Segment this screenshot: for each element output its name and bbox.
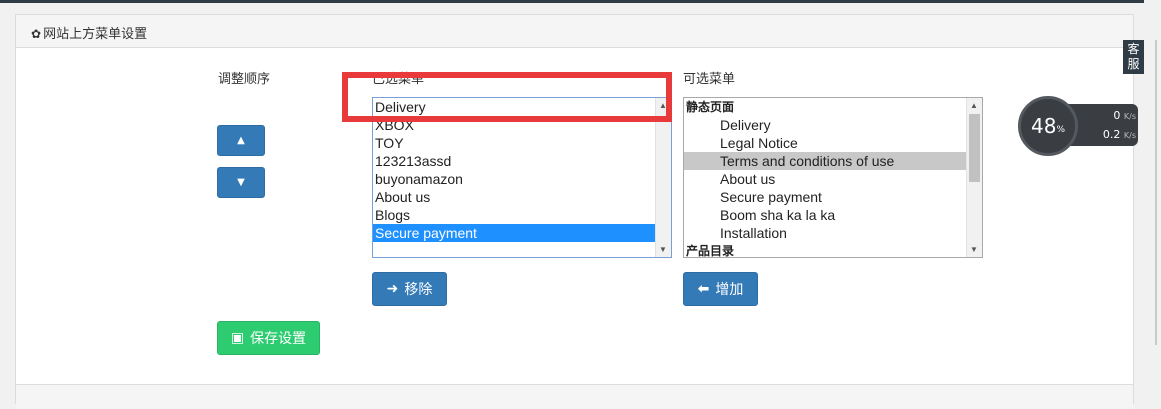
- list-item[interactable]: 123213assd: [373, 152, 671, 170]
- memory-gauge: 48 %: [1018, 96, 1078, 156]
- list-item-highlighted[interactable]: Terms and conditions of use: [684, 152, 966, 170]
- highlight-annotation-box: [342, 72, 672, 122]
- customer-service-tab[interactable]: 客服: [1123, 40, 1144, 74]
- add-button[interactable]: ⬅ 增加: [683, 272, 758, 306]
- save-settings-label: 保存设置: [250, 331, 307, 347]
- right-edge-strip: [1144, 0, 1161, 399]
- scroll-down-icon[interactable]: ▼: [970, 245, 978, 254]
- move-up-button[interactable]: ▲: [217, 125, 265, 156]
- list-item[interactable]: Installation: [684, 224, 982, 242]
- upload-speed: ↑ 0 K/s: [1062, 109, 1136, 122]
- remove-button[interactable]: ➜ 移除: [372, 272, 447, 306]
- remove-button-label: 移除: [404, 282, 433, 298]
- list-group-header: 产品目录: [686, 244, 735, 258]
- scrollbar-thumb[interactable]: [969, 114, 980, 182]
- list-item[interactable]: Boom sha ka la ka: [684, 206, 982, 224]
- add-button-label: 增加: [715, 282, 744, 298]
- available-menu-listbox[interactable]: 静态页面 Delivery Legal Notice Terms and con…: [683, 97, 983, 258]
- arrow-left-icon: ⬅: [697, 281, 710, 297]
- list-item[interactable]: TOY: [373, 134, 671, 152]
- gauge-percent-sign: %: [1056, 125, 1065, 135]
- panel-title: 网站上方菜单设置: [43, 27, 148, 42]
- list-item[interactable]: Secure payment: [684, 188, 982, 206]
- adjust-order-label: 调整顺序: [218, 72, 271, 87]
- download-speed: ↓ 0.2 K/s: [1062, 128, 1136, 141]
- chevron-down-icon: ▼: [237, 177, 245, 188]
- gauge-value: 48: [1030, 114, 1057, 138]
- gear-icon: ✿: [31, 27, 42, 41]
- list-item[interactable]: About us: [373, 188, 671, 206]
- download-unit: K/s: [1123, 131, 1136, 140]
- list-item[interactable]: Legal Notice: [684, 134, 982, 152]
- top-bar: [0, 0, 1161, 3]
- floppy-disk-icon: ▣: [230, 330, 245, 346]
- list-item[interactable]: buyonamazon: [373, 170, 671, 188]
- download-value: 0.2: [1102, 128, 1121, 141]
- list-item[interactable]: About us: [684, 170, 982, 188]
- panel-footer: [16, 384, 1133, 409]
- upload-value: 0: [1113, 109, 1121, 122]
- scroll-down-icon[interactable]: ▼: [659, 245, 667, 254]
- chevron-up-icon: ▲: [237, 135, 245, 146]
- move-down-button[interactable]: ▼: [217, 167, 265, 198]
- save-settings-button[interactable]: ▣ 保存设置: [217, 321, 320, 355]
- network-speed-widget[interactable]: ↑ 0 K/s ↓ 0.2 K/s 48 %: [1018, 96, 1140, 156]
- upload-unit: K/s: [1123, 112, 1136, 121]
- scroll-up-icon[interactable]: ▲: [970, 101, 978, 110]
- list-item[interactable]: Delivery: [684, 116, 982, 134]
- available-menu-label: 可选菜单: [683, 72, 736, 87]
- list-group-header: 静态页面: [686, 100, 735, 114]
- list-item[interactable]: Blogs: [373, 206, 671, 224]
- arrow-right-icon: ➜: [386, 281, 399, 297]
- panel-heading: ✿ 网站上方菜单设置: [16, 15, 1133, 48]
- list-item-selected[interactable]: Secure payment: [373, 224, 655, 242]
- scrollbar[interactable]: ▲ ▼: [966, 98, 982, 257]
